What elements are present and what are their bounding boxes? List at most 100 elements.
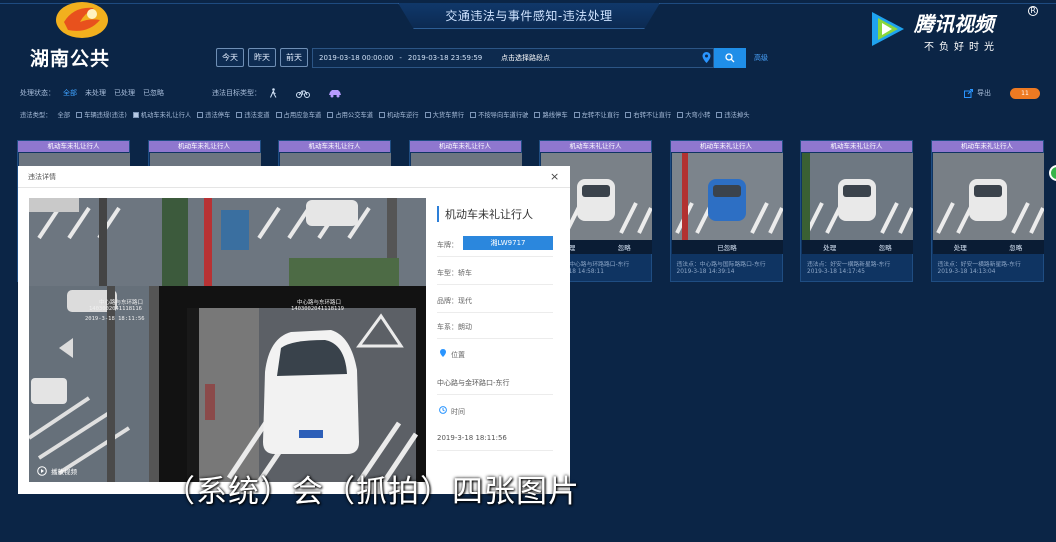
ignore-button[interactable]: 忽略: [879, 242, 892, 252]
violation-type-option-label: 机动车未礼让行人: [140, 112, 192, 119]
brand-text: 湖南公共: [30, 48, 111, 70]
violation-type-option[interactable]: 违法变道: [236, 110, 270, 119]
process-button[interactable]: 处理: [954, 242, 967, 252]
detail-divider: [437, 312, 553, 313]
checkbox-icon[interactable]: [625, 112, 632, 118]
violation-card[interactable]: 机动车未礼让行人 处理 忽略 违法点：好安一横路新星路-东行 2019-3-18 14:…: [800, 140, 913, 282]
tencent-video-watermark: 腾讯视频 R 不负好时光: [866, 4, 1046, 56]
registered-icon: R: [1028, 6, 1038, 16]
time-range-input[interactable]: 2019-03-18 00:00:00 - 2019-03-18 23:59:5…: [312, 48, 714, 68]
ignore-button[interactable]: 忽略: [618, 242, 631, 252]
violation-type-all[interactable]: 全部: [57, 110, 70, 119]
violation-type-option[interactable]: 违法停车: [197, 110, 230, 119]
count-toggle[interactable]: 11: [1010, 88, 1040, 99]
pedestrian-icon[interactable]: [269, 88, 278, 98]
violation-type-option[interactable]: 右转不让直行: [625, 110, 671, 119]
watermark-name: 腾讯视频: [914, 12, 994, 36]
car-icon[interactable]: [328, 89, 342, 98]
violation-card-photo[interactable]: [671, 153, 783, 240]
start-time: 2019-03-18 00:00:00: [319, 54, 394, 62]
violation-card-title: 机动车未礼让行人: [931, 141, 1043, 152]
violation-type-option-label: 违法掉头: [724, 112, 750, 119]
violation-card-time: 2019-3-18 14:13:04: [937, 269, 996, 275]
video-subtitle: （系统）会（抓拍）四张图片: [164, 474, 580, 510]
violation-type-option-label: 违法变道: [244, 112, 270, 119]
violation-card-title: 机动车未礼让行人: [670, 141, 782, 152]
end-time: 2019-03-18 23:59:59: [407, 54, 483, 62]
side-float-button[interactable]: [1049, 165, 1056, 181]
checkbox-icon[interactable]: [534, 112, 541, 118]
violation-type-option[interactable]: 车辆违规(违法): [76, 110, 127, 119]
status-ignored[interactable]: 已忽略: [143, 88, 164, 98]
advanced-search-link[interactable]: 高级: [754, 53, 768, 63]
modal-title: 违法详情: [28, 173, 56, 181]
ignore-button[interactable]: 忽略: [1009, 242, 1022, 252]
violation-type-option[interactable]: 违法掉头: [716, 110, 750, 119]
capture-watermark-2: 1403002041118116: [89, 306, 142, 312]
detail-divider: [437, 338, 553, 339]
violation-card[interactable]: 机动车未礼让行人 处理 忽略 违法点：好安一横路新星路-东行 2019-3-18 14:…: [930, 140, 1044, 282]
status-all[interactable]: 全部: [63, 88, 77, 98]
checkbox-icon[interactable]: [424, 112, 431, 118]
location-placeholder[interactable]: 点击选择路段点: [501, 53, 550, 63]
checkbox-icon[interactable]: [275, 112, 282, 118]
capture-watermark-5: 2019-3-18 18:11:56: [85, 316, 145, 322]
plate-number: 湘LW9717: [463, 236, 553, 250]
violation-type-filter-row: 违法类型： 全部 车辆违规(违法) 机动车未礼让行人 违法停车 违法变道 占用应急车道 占…: [20, 110, 750, 119]
range-separator: -: [399, 54, 402, 62]
yesterday-button[interactable]: 昨天: [248, 48, 276, 67]
violation-card-title: 机动车未礼让行人: [801, 141, 912, 152]
violation-card-title: 机动车未礼让行人: [409, 141, 521, 152]
violation-type-option-label: 机动车逆行: [387, 112, 419, 119]
search-button[interactable]: [714, 48, 746, 68]
violation-type-option-label: 大弯小转: [685, 112, 711, 119]
export-icon: [964, 88, 973, 98]
process-button[interactable]: 处理: [823, 242, 836, 252]
status-label: 处理状态：: [20, 89, 55, 97]
day-before-button[interactable]: 前天: [280, 48, 308, 67]
time-label: 时间: [451, 408, 465, 416]
checkbox-icon[interactable]: [76, 112, 83, 118]
capture-photo-grid[interactable]: 中心路与东环路口 1403002041118116 中心路与东环路口 14030…: [29, 198, 426, 482]
play-video-button[interactable]: 播放视频: [37, 466, 77, 476]
violation-card-title: 机动车未礼让行人: [540, 141, 651, 152]
violation-card[interactable]: 机动车未礼让行人 已忽略 违法点：中心路与国际路路口-东行 2019-3-18 14:…: [669, 140, 783, 282]
time-value: 2019-3-18 18:11:56: [437, 434, 507, 442]
violation-type-option[interactable]: 左转不让直行: [573, 110, 619, 119]
violation-type-option[interactable]: 机动车逆行: [379, 110, 419, 119]
violation-type-option[interactable]: 占用公交车道: [327, 110, 373, 119]
checkbox-checked-icon[interactable]: [132, 112, 139, 118]
violation-type-option[interactable]: 机动车未礼让行人: [132, 110, 192, 119]
violation-card-time: 2019-3-18 14:39:14: [676, 269, 735, 275]
status-unprocessed[interactable]: 未处理: [85, 88, 106, 98]
violation-card-photo[interactable]: [932, 153, 1044, 240]
checkbox-icon[interactable]: [197, 112, 204, 118]
close-icon[interactable]: ×: [550, 170, 559, 183]
violation-card-photo[interactable]: [802, 153, 913, 240]
checkbox-icon[interactable]: [716, 112, 723, 118]
checkbox-icon[interactable]: [677, 112, 684, 118]
checkbox-icon[interactable]: [573, 112, 580, 118]
checkbox-icon[interactable]: [470, 112, 477, 118]
checkbox-icon[interactable]: [379, 112, 386, 118]
violation-type-option[interactable]: 不按导向车道行驶: [470, 110, 528, 119]
violation-type-option[interactable]: 路线停车: [534, 110, 568, 119]
violation-type-option[interactable]: 大弯小转: [677, 110, 710, 119]
bicycle-icon[interactable]: [296, 89, 310, 98]
checkbox-icon[interactable]: [236, 112, 243, 118]
export-button[interactable]: 导出: [964, 88, 991, 98]
violation-type-option-label: 不按导向车道行驶: [478, 112, 529, 119]
violation-card-actions: 已忽略: [671, 240, 783, 254]
status-processed[interactable]: 已处理: [114, 88, 135, 98]
violation-card-title: 机动车未礼让行人: [148, 141, 260, 152]
violation-card-time: 2019-3-18 14:17:45: [807, 269, 865, 275]
location-pin-icon[interactable]: [702, 52, 711, 63]
capture-watermark-1: 中心路与东环路口: [99, 300, 144, 306]
violation-type-option-label: 违法停车: [205, 112, 231, 119]
violation-type-option[interactable]: 大货车禁行: [424, 110, 464, 119]
today-button[interactable]: 今天: [216, 48, 244, 67]
detail-divider: [437, 256, 553, 257]
location-value: 中心路与金环路口-东行: [437, 379, 510, 387]
violation-type-option[interactable]: 占用应急车道: [275, 110, 321, 119]
checkbox-icon[interactable]: [327, 112, 334, 118]
